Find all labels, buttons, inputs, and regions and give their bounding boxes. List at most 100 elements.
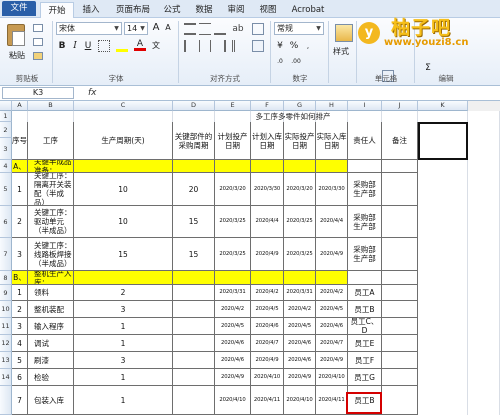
border-icon[interactable]	[98, 40, 110, 52]
table-cell-purchase[interactable]	[173, 301, 215, 318]
section-a-fill[interactable]	[284, 160, 316, 173]
table-cell-act_in[interactable]: 2020/4/4	[316, 206, 348, 238]
table-cell-plan_in[interactable]: 2020/4/9	[251, 238, 284, 271]
align-middle-icon[interactable]	[199, 23, 211, 35]
table-cell-owner[interactable]: 员工G	[348, 369, 382, 386]
table-cell-plan_start[interactable]: 2020/3/31	[215, 285, 251, 301]
row-header[interactable]	[0, 386, 12, 415]
table-cell-purchase[interactable]: 15	[173, 206, 215, 238]
section-b-label[interactable]: 整机生产入库：	[28, 271, 74, 285]
orientation-icon[interactable]: ab	[232, 23, 244, 35]
table-cell-act_in[interactable]: 2020/3/30	[316, 173, 348, 206]
header-actual-start[interactable]: 实际投产日期	[284, 122, 316, 160]
table-cell-act_start[interactable]: 2020/4/10	[284, 386, 316, 415]
table-cell-act_start[interactable]: 2020/4/6	[284, 335, 316, 352]
currency-icon[interactable]: ¥	[274, 40, 286, 52]
table-cell-plan_start[interactable]: 2020/4/9	[215, 369, 251, 386]
table-cell-owner[interactable]: 员工F	[348, 352, 382, 369]
column-header[interactable]: C	[74, 101, 173, 111]
table-cell-act_start[interactable]: 2020/3/25	[284, 238, 316, 271]
note-cell[interactable]	[382, 285, 418, 301]
note-cell[interactable]	[382, 238, 418, 271]
column-header[interactable]: F	[251, 101, 284, 111]
header-seq[interactable]: 序号	[12, 122, 28, 160]
table-cell-plan_in[interactable]: 2020/4/11	[251, 386, 284, 415]
tab-acrobat[interactable]: Acrobat	[288, 2, 328, 18]
column-header[interactable]: J	[382, 101, 418, 111]
column-header[interactable]: A	[12, 101, 28, 111]
number-format-select[interactable]: 常规 ▼	[274, 22, 324, 35]
table-cell-act_start[interactable]: 2020/4/6	[284, 352, 316, 369]
table-cell-plan_in[interactable]: 2020/3/30	[251, 173, 284, 206]
fx-icon[interactable]: fx	[88, 86, 97, 100]
table-cell-process[interactable]: 关键工序：驱动单元（半成品）	[28, 206, 74, 238]
section-b-code[interactable]: B、	[12, 271, 28, 285]
name-box[interactable]: K3	[2, 87, 74, 99]
tab-view[interactable]: 视图	[254, 2, 282, 18]
row-header[interactable]: 4	[0, 160, 12, 173]
row-header[interactable]: 2	[0, 122, 12, 138]
column-header[interactable]: G	[284, 101, 316, 111]
table-cell-act_start[interactable]: 2020/3/31	[284, 285, 316, 301]
table-cell-plan_in[interactable]: 2020/4/9	[251, 352, 284, 369]
italic-icon[interactable]: I	[69, 40, 81, 52]
row-header[interactable]: 1	[0, 111, 12, 122]
table-cell-act_in[interactable]: 2020/4/10	[316, 369, 348, 386]
note-cell[interactable]	[382, 318, 418, 335]
header-purchase[interactable]: 关键部件的采购周期	[173, 122, 215, 160]
wrap-text-icon[interactable]	[252, 23, 264, 35]
table-cell-cycle[interactable]: 1	[74, 386, 173, 415]
copy-icon[interactable]	[33, 38, 43, 46]
tab-insert[interactable]: 插入	[78, 2, 104, 18]
table-cell-no[interactable]: 7	[12, 386, 28, 415]
table-cell-no[interactable]: 3	[12, 318, 28, 335]
table-cell-owner[interactable]: 采购部 生产部	[348, 238, 382, 271]
table-cell-cycle[interactable]: 2	[74, 285, 173, 301]
table-cell-cycle[interactable]: 3	[74, 352, 173, 369]
column-header[interactable]: H	[316, 101, 348, 111]
font-name-select[interactable]: 宋体 ▼	[56, 22, 122, 35]
table-cell-purchase[interactable]: 15	[173, 238, 215, 271]
table-cell-plan_start[interactable]: 2020/3/20	[215, 173, 251, 206]
table-cell-process[interactable]: 领料	[28, 285, 74, 301]
shrink-font-icon[interactable]: A	[162, 22, 174, 34]
table-cell-purchase[interactable]	[173, 369, 215, 386]
fill-color-icon[interactable]	[116, 40, 128, 52]
section-a-fill[interactable]	[215, 160, 251, 173]
row-header[interactable]: 9	[0, 285, 12, 301]
column-header[interactable]: E	[215, 101, 251, 111]
row-header[interactable]: 3	[0, 138, 12, 160]
row-header[interactable]: 10	[0, 301, 12, 318]
cut-icon[interactable]	[33, 24, 43, 32]
select-all-corner[interactable]	[0, 101, 12, 111]
chevron-down-icon[interactable]: ▼	[112, 23, 121, 34]
styles-label[interactable]: 样式	[333, 46, 349, 57]
format-painter-icon[interactable]	[33, 52, 43, 60]
table-cell-act_in[interactable]: 2020/4/5	[316, 301, 348, 318]
section-b-fill[interactable]	[284, 271, 316, 285]
table-cell-no[interactable]: 6	[12, 369, 28, 386]
table-cell-plan_in[interactable]: 2020/4/5	[251, 301, 284, 318]
chevron-down-icon[interactable]: ▼	[314, 23, 323, 34]
table-cell-act_start[interactable]: 2020/3/25	[284, 206, 316, 238]
table-cell-purchase[interactable]	[173, 318, 215, 335]
table-cell-plan_start[interactable]: 2020/4/5	[215, 318, 251, 335]
table-cell-cycle[interactable]: 10	[74, 173, 173, 206]
chevron-down-icon[interactable]: ▼	[138, 23, 147, 34]
table-cell-purchase[interactable]	[173, 335, 215, 352]
tab-page-layout[interactable]: 页面布局	[110, 2, 156, 18]
table-cell-owner[interactable]: 员工E	[348, 335, 382, 352]
table-cell-plan_start[interactable]: 2020/3/25	[215, 238, 251, 271]
table-cell-cycle[interactable]: 1	[74, 318, 173, 335]
table-cell-no[interactable]: 4	[12, 335, 28, 352]
percent-icon[interactable]: %	[288, 40, 300, 52]
row-header[interactable]: 7	[0, 238, 12, 271]
section-a-code[interactable]: A、	[12, 160, 28, 173]
row-header[interactable]: 12	[0, 335, 12, 352]
row-header[interactable]: 5	[0, 173, 12, 206]
table-cell-no[interactable]: 2	[12, 301, 28, 318]
comma-style-icon[interactable]: ,	[302, 40, 314, 52]
table-cell-act_in[interactable]: 2020/4/9	[316, 352, 348, 369]
phonetic-icon[interactable]: 文	[150, 40, 162, 52]
conditional-format-icon[interactable]	[335, 24, 353, 42]
